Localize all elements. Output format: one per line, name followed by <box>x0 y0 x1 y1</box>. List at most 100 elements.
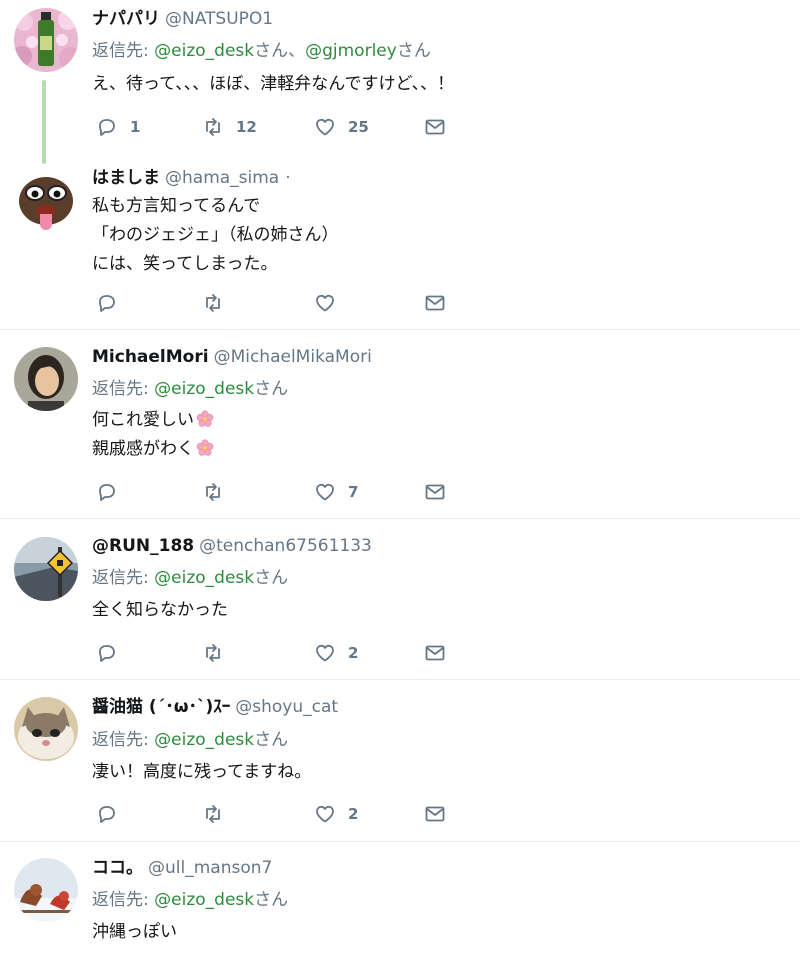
tweet-divider <box>0 841 800 842</box>
heart-icon <box>316 805 334 823</box>
reply-button[interactable] <box>96 803 118 825</box>
like-button[interactable]: 2 <box>314 803 358 825</box>
reply-icon <box>99 295 115 312</box>
avatar[interactable] <box>14 347 78 411</box>
tweet-actions: 7 <box>96 481 456 503</box>
direct-message-button[interactable] <box>424 116 446 138</box>
reply-count: 1 <box>130 118 141 136</box>
tweet-text-line-content: 親戚感がわく <box>92 439 194 459</box>
green-bottle-on-flowers-avatar-icon <box>14 8 78 72</box>
heart-icon <box>316 294 334 312</box>
reply-to: 返信先: @eizo_deskさん、@gjmorleyさん <box>92 40 431 62</box>
reply-button[interactable] <box>96 481 118 503</box>
tweet-text: 沖縄っぽい <box>92 918 177 947</box>
envelope-icon <box>425 806 445 822</box>
like-count: 2 <box>348 644 359 662</box>
envelope-icon <box>425 484 445 500</box>
avatar[interactable] <box>14 537 78 601</box>
avatar[interactable] <box>14 8 78 72</box>
display-name[interactable]: 醤油猫 (´･ω･`)ｽｰ <box>92 697 230 717</box>
user-handle[interactable]: @hama_sima <box>165 168 279 188</box>
tweet-header: はましま @hama_sima · <box>92 167 291 189</box>
display-name[interactable]: MichaelMori <box>92 347 209 367</box>
tweet-text-line: 「わのジェジェ」（私の姉さん） <box>92 225 339 245</box>
mention-link[interactable]: @eizo_desk <box>154 730 254 750</box>
direct-message-button[interactable] <box>424 803 446 825</box>
like-count: 2 <box>348 805 359 823</box>
like-button[interactable]: 7 <box>314 481 358 503</box>
retweet-button[interactable] <box>202 803 224 825</box>
mention-link[interactable]: @eizo_desk <box>154 568 254 588</box>
tweet-text-line: え、待って、、、ほぼ、津軽弁なんですけど、、！ <box>92 74 455 94</box>
tweet-text-line-content: 何これ愛しい <box>92 410 194 430</box>
user-handle[interactable]: @tenchan67561133 <box>199 536 372 556</box>
envelope-icon <box>425 645 445 661</box>
reply-icon <box>99 645 115 662</box>
tweet-actions: 2 <box>96 642 456 664</box>
cat-avatar-icon <box>14 697 78 761</box>
cherry-blossom-icon <box>196 410 214 427</box>
tweet-text-line: 沖縄っぽい <box>92 922 177 942</box>
display-name[interactable]: @RUN_188 <box>92 536 194 556</box>
like-count: 25 <box>348 118 369 136</box>
separator-dot: · <box>285 168 291 188</box>
tweet-divider <box>0 329 800 330</box>
tweet-text-line: 凄い！高度に残ってますね。 <box>92 762 312 782</box>
tweet-text-line: には、笑ってしまった。 <box>92 254 278 274</box>
retweet-icon <box>206 644 220 662</box>
reply-to-label: 返信先: <box>92 568 155 588</box>
retweet-button[interactable]: 12 <box>202 116 257 138</box>
retweet-button[interactable] <box>202 642 224 664</box>
tweet-header: @RUN_188 @tenchan67561133 <box>92 535 372 557</box>
retweet-icon <box>206 118 220 136</box>
like-button[interactable]: 2 <box>314 642 358 664</box>
avatar[interactable] <box>14 697 78 761</box>
reply-button[interactable] <box>96 292 118 314</box>
mention-suffix: さん <box>254 41 289 61</box>
birds-in-snow-avatar-icon <box>14 858 78 922</box>
avatar[interactable] <box>14 858 78 922</box>
tweet-text-line: 親戚感がわく <box>92 435 214 464</box>
tweet-text-line: 私も方言知ってるんで <box>92 196 261 216</box>
tweet-text: 私も方言知ってるんで 「わのジェジェ」（私の姉さん） には、笑ってしまった。 <box>92 192 339 279</box>
mention-suffix: さん <box>396 41 431 61</box>
display-name[interactable]: ナパパリ <box>92 9 160 29</box>
retweet-button[interactable] <box>202 481 224 503</box>
tweet-header: ココ。 @ull_manson7 <box>92 857 272 879</box>
mention-suffix: さん <box>254 730 289 750</box>
tweet-text-line: 何これ愛しい <box>92 406 214 435</box>
reply-to-label: 返信先: <box>92 379 155 399</box>
retweet-icon <box>206 294 220 312</box>
heart-icon <box>316 483 334 501</box>
tweet-text: え、待って、、、ほぼ、津軽弁なんですけど、、！ <box>92 70 454 99</box>
tweet-header: ナパパリ @NATSUPO1 <box>92 8 273 30</box>
direct-message-button[interactable] <box>424 642 446 664</box>
retweet-button[interactable] <box>202 292 224 314</box>
avatar[interactable] <box>14 167 78 231</box>
tweet-text: 何これ愛しい 親戚感がわく <box>92 406 214 464</box>
reply-icon <box>99 806 115 823</box>
mention-link[interactable]: @gjmorley <box>305 41 397 61</box>
envelope-icon <box>425 119 445 135</box>
heart-icon <box>316 644 334 662</box>
reply-button[interactable]: 1 <box>96 116 140 138</box>
mention-separator: 、 <box>288 41 306 61</box>
retweet-icon <box>206 805 220 823</box>
user-handle[interactable]: @MichaelMikaMori <box>214 347 372 367</box>
mention-link[interactable]: @eizo_desk <box>154 890 254 910</box>
mention-suffix: さん <box>254 568 289 588</box>
direct-message-button[interactable] <box>424 481 446 503</box>
reply-button[interactable] <box>96 642 118 664</box>
user-handle[interactable]: @NATSUPO1 <box>165 9 273 29</box>
like-button[interactable]: 25 <box>314 116 369 138</box>
like-button[interactable] <box>314 292 336 314</box>
user-handle[interactable]: @shoyu_cat <box>235 697 338 717</box>
reply-icon <box>99 119 115 136</box>
direct-message-button[interactable] <box>424 292 446 314</box>
user-handle[interactable]: @ull_manson7 <box>148 858 272 878</box>
reply-to: 返信先: @eizo_deskさん <box>92 729 288 751</box>
mention-link[interactable]: @eizo_desk <box>154 41 254 61</box>
mention-link[interactable]: @eizo_desk <box>154 379 254 399</box>
display-name[interactable]: はましま <box>92 168 160 188</box>
display-name[interactable]: ココ。 <box>92 858 143 878</box>
